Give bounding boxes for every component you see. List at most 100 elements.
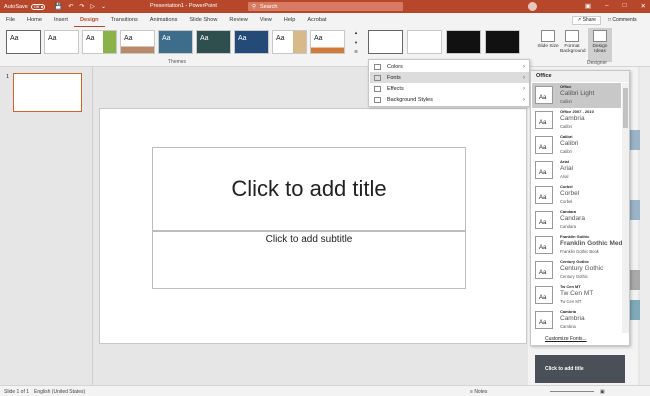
tab-animations[interactable]: Animations (144, 13, 184, 27)
tab-home[interactable]: Home (21, 13, 48, 27)
design-ideas-button[interactable]: Design Ideas (588, 28, 612, 62)
title-placeholder[interactable]: Click to add title (152, 147, 466, 231)
notes-button[interactable]: ≡ Notes (470, 389, 487, 395)
minimize-icon[interactable]: – (605, 2, 609, 10)
fonts-scrollbar[interactable] (622, 83, 629, 333)
font-option-name: Office 2007 - 2010 (560, 109, 594, 114)
tab-insert[interactable]: Insert (48, 13, 74, 27)
slide-size-icon (541, 30, 555, 42)
avatar[interactable] (528, 2, 537, 11)
font-option-heading: Cambria (560, 315, 585, 322)
autosave-toggle[interactable]: Off (30, 3, 45, 10)
chevron-right-icon: › (523, 63, 525, 70)
theme-9[interactable]: Aa (310, 30, 345, 54)
font-option-heading: Calibri (560, 140, 579, 147)
ribbon-display-icon[interactable]: ▣ (585, 2, 591, 10)
more-icon[interactable]: ☰ (354, 49, 358, 54)
font-option-candara[interactable]: Aa Candara Candara Candara (532, 208, 621, 233)
comments-button[interactable]: □ Comments (604, 16, 641, 25)
font-option-name: Candara (560, 209, 577, 214)
variant-2[interactable] (407, 30, 442, 54)
chevron-up-icon[interactable]: ▲ (354, 30, 358, 35)
language-indicator[interactable]: English (United States) (34, 389, 85, 395)
designer-group-label: Designer (587, 60, 608, 66)
font-option-name: Century Gothic (560, 259, 589, 264)
menu-item-effects[interactable]: Effects › (370, 83, 529, 94)
share-button[interactable]: ↗ Share (572, 16, 601, 25)
chevron-down-icon[interactable]: ▼ (354, 40, 358, 45)
search-input[interactable]: ⚲ Search (248, 2, 403, 11)
font-option-arial[interactable]: Aa Arial Arial Arial (532, 158, 621, 183)
tab-slide-show[interactable]: Slide Show (183, 13, 223, 27)
font-option-body: Candara (560, 224, 577, 229)
tab-file[interactable]: File (0, 13, 21, 27)
tab-transitions[interactable]: Transitions (105, 13, 144, 27)
fit-slide-icon[interactable]: ▣ (600, 389, 605, 395)
font-option-body: Calibri (560, 149, 572, 154)
background-styles-icon (374, 96, 381, 103)
format-background-button[interactable]: Format Background (560, 28, 586, 62)
menu-item-fonts[interactable]: Fonts › (370, 72, 529, 83)
slide-canvas[interactable]: Click to add title Click to add subtitle (99, 108, 527, 344)
slide-size-button[interactable]: Slide Size (536, 28, 560, 62)
variant-3[interactable] (446, 30, 481, 54)
maximize-icon[interactable]: □ (623, 2, 627, 10)
font-option-tw-cen-mt[interactable]: Aa Tw Cen MT Tw Cen MT Tw Cen MT (532, 283, 621, 308)
close-icon[interactable]: ✕ (641, 2, 646, 10)
theme-7[interactable]: Aa (234, 30, 269, 54)
subtitle-placeholder[interactable]: Click to add subtitle (152, 231, 466, 289)
design-idea-thumbnail[interactable]: Click to add title (535, 355, 625, 383)
customize-qat-icon[interactable]: ⌄ (101, 3, 106, 10)
undo-icon[interactable]: ↶ (68, 3, 73, 10)
zoom-slider[interactable] (550, 391, 594, 392)
theme-4[interactable]: Aa (120, 30, 155, 54)
font-option-name: Cambria (560, 309, 577, 314)
menu-item-background-styles[interactable]: Background Styles › (370, 94, 529, 105)
present-icon[interactable]: ▷ (90, 3, 95, 10)
save-icon[interactable]: 💾 (55, 3, 62, 10)
theme-8[interactable]: Aa (272, 30, 307, 54)
fonts-submenu: Office Aa Office Calibri Light Calibri A… (530, 70, 630, 346)
chevron-right-icon: › (523, 85, 525, 92)
themes-gallery-scroll[interactable]: ▲ ▼ ☰ (353, 30, 359, 54)
menu-item-colors[interactable]: Colors › (370, 61, 529, 72)
tab-acrobat[interactable]: Acrobat (301, 13, 332, 27)
font-option-name: Tw Cen MT (560, 284, 581, 289)
font-option-office[interactable]: Aa Office Calibri Light Calibri (532, 83, 621, 108)
font-option-office-2007[interactable]: Aa Office 2007 - 2010 Cambria Calibri (532, 108, 621, 133)
variant-4[interactable] (485, 30, 520, 54)
theme-preview-text: Aa (10, 35, 19, 42)
slide-thumbnail[interactable] (13, 73, 82, 112)
share-label: Share (582, 17, 596, 23)
scroll-thumb[interactable] (623, 88, 628, 128)
slide-thumbnail-number: 1 (6, 74, 10, 80)
font-option-corbel[interactable]: Aa Corbel Corbel Corbel (532, 183, 621, 208)
font-option-century-gothic[interactable]: Aa Century Gothic Century Gothic Century… (532, 258, 621, 283)
customize-fonts-link[interactable]: Customize Fonts... (545, 336, 587, 342)
comment-icon: □ (608, 17, 612, 23)
panel-divider[interactable] (92, 67, 93, 385)
ribbon-tabs: File Home Insert Design Transitions Anim… (0, 13, 650, 27)
vertical-scrollbar[interactable] (640, 67, 650, 385)
redo-icon[interactable]: ↷ (79, 3, 84, 10)
variant-1[interactable] (368, 30, 403, 54)
font-option-cambria[interactable]: Aa Cambria Cambria Cambria (532, 308, 621, 333)
font-option-heading: Century Gothic (560, 265, 604, 272)
theme-5[interactable]: Aa (158, 30, 193, 54)
design-ideas-icon (593, 30, 607, 42)
font-option-calibri[interactable]: Aa Calibri Calibri Calibri (532, 133, 621, 158)
font-option-name: Calibri (560, 134, 573, 139)
font-option-franklin-gothic[interactable]: Aa Franklin Gothic Franklin Gothic Med F… (532, 233, 622, 258)
theme-2[interactable]: Aa (44, 30, 79, 54)
fonts-icon (374, 74, 381, 81)
tab-design[interactable]: Design (73, 13, 105, 27)
theme-office[interactable]: Aa (6, 30, 41, 54)
tab-view[interactable]: View (254, 13, 278, 27)
theme-6[interactable]: Aa (196, 30, 231, 54)
tab-review[interactable]: Review (223, 13, 253, 27)
tab-help[interactable]: Help (278, 13, 302, 27)
font-option-body: Century Gothic (560, 274, 588, 279)
search-icon: ⚲ (252, 3, 257, 10)
font-preview-icon: Aa (535, 311, 553, 329)
theme-3[interactable]: Aa (82, 30, 117, 54)
